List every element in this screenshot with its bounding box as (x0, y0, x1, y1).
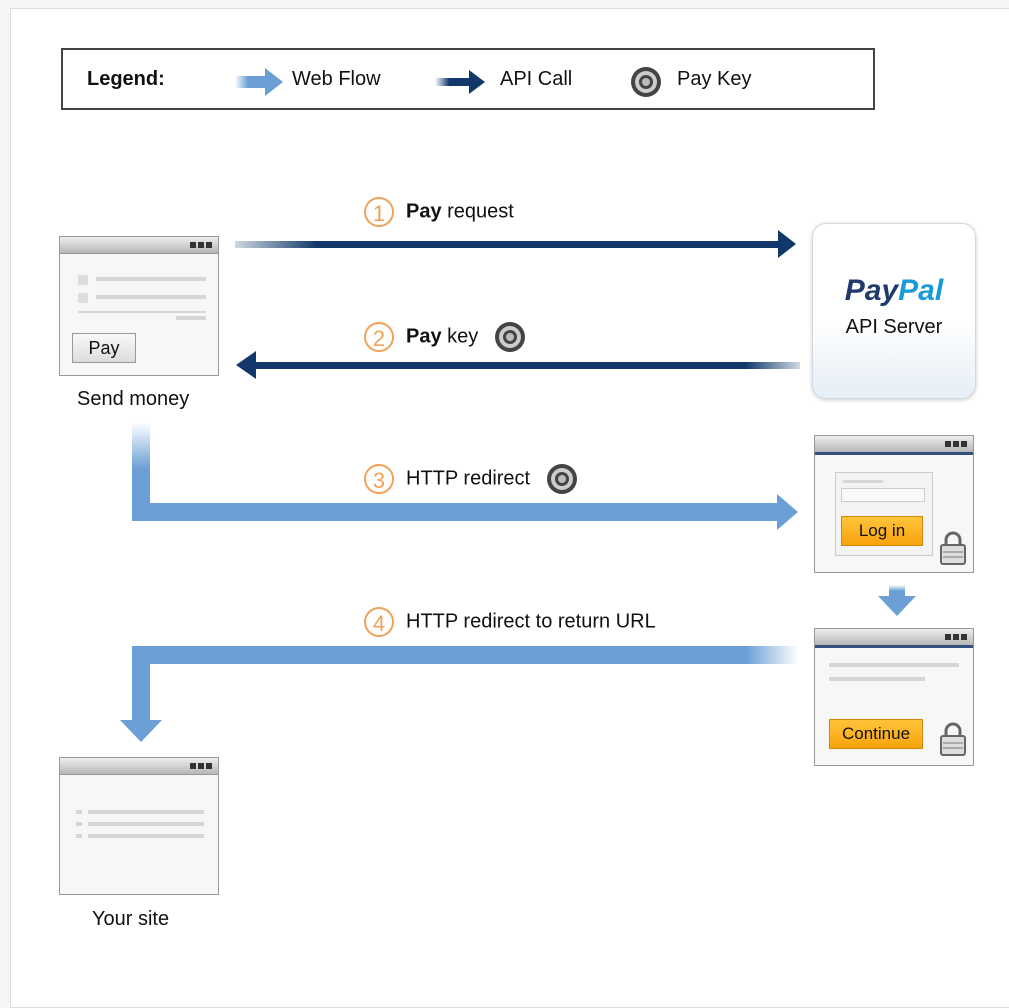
api-server-label: API Server (845, 316, 943, 338)
window-controls-icon (945, 634, 967, 640)
continue-button[interactable]: Continue (829, 719, 923, 749)
pay-button[interactable]: Pay (72, 333, 136, 363)
pay-key-icon (546, 464, 577, 494)
paypal-continue-browser: Continue (814, 628, 974, 766)
paypal-api-server: PayPal API Server (812, 223, 976, 399)
web-flow-arrow-3-horizontal (132, 503, 780, 521)
window-controls-icon (190, 763, 212, 769)
pay-key-icon (494, 322, 525, 352)
step-2-label: 2 Pay key (364, 321, 526, 353)
step-number-1: 1 (364, 197, 394, 227)
lock-icon (940, 722, 966, 756)
your-site-caption: Your site (92, 908, 170, 930)
web-flow-arrow-3-vertical (132, 422, 150, 516)
step-1-label: 1 Pay request (364, 197, 514, 227)
log-in-button[interactable]: Log in (841, 516, 923, 546)
web-flow-arrow-4-horizontal (150, 646, 798, 664)
step-4-label: 4 HTTP redirect to return URL (364, 607, 656, 637)
window-controls-icon (190, 242, 212, 248)
step-number-2: 2 (364, 322, 394, 352)
window-controls-icon (945, 441, 967, 447)
web-flow-arrow-4-vertical (132, 646, 150, 722)
web-flow-arrow-down (878, 596, 916, 616)
lock-icon (940, 531, 966, 565)
step-number-3: 3 (364, 464, 394, 494)
send-money-caption: Send money (77, 388, 190, 410)
step-number-4: 4 (364, 607, 394, 637)
your-site-browser (59, 757, 219, 895)
api-call-arrow-2 (255, 362, 800, 369)
paypal-logo: PayPal (844, 274, 944, 307)
api-call-arrow-1 (235, 241, 780, 248)
step-3-label: 3 HTTP redirect (364, 463, 578, 495)
send-money-browser: Pay (59, 236, 219, 376)
paypal-login-browser: Log in (814, 435, 974, 573)
